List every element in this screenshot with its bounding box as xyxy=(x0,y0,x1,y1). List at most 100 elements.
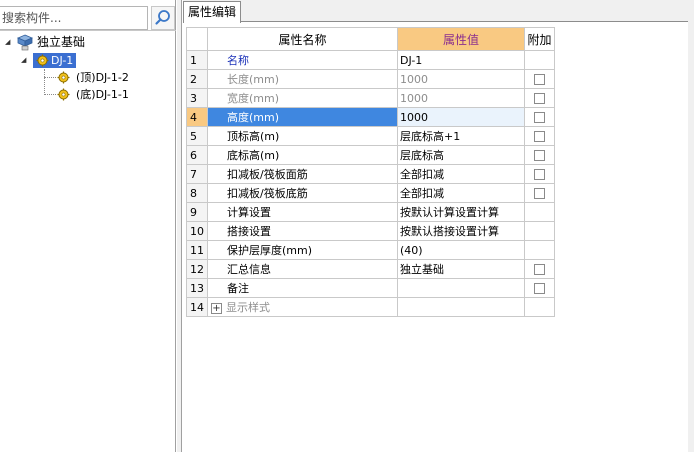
tree-node-child[interactable]: (顶)DJ-1-2 xyxy=(0,69,176,86)
table-row[interactable]: 6 底标高(m) 层底标高 xyxy=(186,145,555,165)
extra-cell[interactable] xyxy=(524,88,555,108)
property-grid: 属性名称 属性值 附加 1 名称 DJ-1 2 长度(mm) 1000 3 宽度(mm) 100… xyxy=(186,27,555,317)
expand-plus-icon[interactable]: + xyxy=(211,302,222,314)
row-number[interactable]: 1 xyxy=(186,50,208,70)
property-value-cell[interactable]: 层底标高 xyxy=(397,145,525,165)
table-row[interactable]: 10 搭接设置 按默认搭接设置计算 xyxy=(186,221,555,241)
tree-node-child[interactable]: (底)DJ-1-1 xyxy=(0,86,176,103)
collapse-arrow-icon[interactable]: ◢ xyxy=(21,52,29,69)
table-row[interactable]: 13 备注 xyxy=(186,278,555,298)
property-name-cell[interactable]: 保护层厚度(mm) xyxy=(207,240,398,260)
property-name-cell[interactable]: 长度(mm) xyxy=(207,69,398,89)
tab-strip: 属性编辑 xyxy=(183,0,694,23)
table-row[interactable]: 2 长度(mm) 1000 xyxy=(186,69,555,89)
table-row[interactable]: 14 + 显示样式 xyxy=(186,297,555,317)
extra-checkbox[interactable] xyxy=(534,74,545,85)
property-value-cell[interactable]: 独立基础 xyxy=(397,259,525,279)
extra-checkbox[interactable] xyxy=(534,93,545,104)
property-value xyxy=(399,301,401,314)
property-value-cell[interactable]: DJ-1 xyxy=(397,50,525,70)
extra-checkbox[interactable] xyxy=(534,112,545,123)
row-number[interactable]: 10 xyxy=(186,221,208,241)
collapse-arrow-icon[interactable]: ◢ xyxy=(5,34,13,51)
property-name-cell[interactable]: 扣减板/筏板底筋 xyxy=(207,183,398,203)
property-value-cell[interactable]: 层底标高+1 xyxy=(397,126,525,146)
column-header-name[interactable]: 属性名称 xyxy=(207,27,398,51)
table-row[interactable]: 4 高度(mm) 1000 xyxy=(186,107,555,127)
property-name-cell[interactable]: 名称 xyxy=(207,50,398,70)
row-number[interactable]: 3 xyxy=(186,88,208,108)
row-number[interactable]: 2 xyxy=(186,69,208,89)
panel-splitter[interactable] xyxy=(177,0,182,452)
extra-checkbox[interactable] xyxy=(534,131,545,142)
extra-checkbox[interactable] xyxy=(534,150,545,161)
property-name-cell[interactable]: 搭接设置 xyxy=(207,221,398,241)
property-value-cell[interactable] xyxy=(397,278,525,298)
property-value-cell[interactable]: 按默认计算设置计算 xyxy=(397,202,525,222)
extra-checkbox[interactable] xyxy=(534,169,545,180)
property-name: 显示样式 xyxy=(226,301,270,314)
extra-cell[interactable] xyxy=(524,259,555,279)
column-header-value[interactable]: 属性值 xyxy=(397,27,525,51)
table-row[interactable]: 1 名称 DJ-1 xyxy=(186,50,555,70)
extra-cell[interactable] xyxy=(524,183,555,203)
tree-node-root[interactable]: ◢ 独立基础 xyxy=(0,34,176,51)
extra-cell[interactable] xyxy=(524,69,555,89)
property-value: 独立基础 xyxy=(400,263,444,276)
tree-child-label: (顶)DJ-1-2 xyxy=(76,71,129,84)
column-header-extra[interactable]: 附加 xyxy=(524,27,555,51)
property-value-cell[interactable]: 全部扣减 xyxy=(397,164,525,184)
tab-property-edit[interactable]: 属性编辑 xyxy=(183,1,242,23)
property-value-cell[interactable] xyxy=(397,297,525,317)
row-number[interactable]: 4 xyxy=(186,107,208,127)
property-name-cell[interactable]: + 显示样式 xyxy=(207,297,398,317)
scrollbar[interactable] xyxy=(688,0,694,452)
table-row[interactable]: 3 宽度(mm) 1000 xyxy=(186,88,555,108)
extra-checkbox[interactable] xyxy=(534,264,545,275)
extra-cell[interactable] xyxy=(524,107,555,127)
property-value-cell[interactable]: 1000 xyxy=(397,107,525,127)
property-value: DJ-1 xyxy=(400,53,423,67)
extra-cell[interactable] xyxy=(524,278,555,298)
property-value: 1000 xyxy=(400,91,428,105)
row-number[interactable]: 7 xyxy=(186,164,208,184)
property-value-cell[interactable]: 1000 xyxy=(397,69,525,89)
property-name-cell[interactable]: 计算设置 xyxy=(207,202,398,222)
row-number[interactable]: 13 xyxy=(186,278,208,298)
row-number[interactable]: 6 xyxy=(186,145,208,165)
property-name-cell[interactable]: 顶标高(m) xyxy=(207,126,398,146)
row-number[interactable]: 11 xyxy=(186,240,208,260)
table-row[interactable]: 9 计算设置 按默认计算设置计算 xyxy=(186,202,555,222)
search-bar xyxy=(0,5,176,31)
tree-node-dj-1[interactable]: ◢ DJ-1 xyxy=(0,52,176,69)
row-number[interactable]: 5 xyxy=(186,126,208,146)
property-name-cell[interactable]: 高度(mm) xyxy=(207,107,398,127)
property-name-cell[interactable]: 底标高(m) xyxy=(207,145,398,165)
search-button[interactable] xyxy=(151,6,175,30)
table-row[interactable]: 7 扣减板/筏板面筋 全部扣减 xyxy=(186,164,555,184)
property-name-cell[interactable]: 备注 xyxy=(207,278,398,298)
row-number[interactable]: 9 xyxy=(186,202,208,222)
property-value-cell[interactable]: 1000 xyxy=(397,88,525,108)
row-number[interactable]: 14 xyxy=(186,297,208,317)
extra-checkbox[interactable] xyxy=(534,188,545,199)
property-value-cell[interactable]: (40) xyxy=(397,240,525,260)
table-row[interactable]: 5 顶标高(m) 层底标高+1 xyxy=(186,126,555,146)
property-value-cell[interactable]: 按默认搭接设置计算 xyxy=(397,221,525,241)
search-input[interactable] xyxy=(0,6,148,30)
row-number[interactable]: 12 xyxy=(186,259,208,279)
extra-cell[interactable] xyxy=(524,145,555,165)
row-number[interactable]: 8 xyxy=(186,183,208,203)
extra-checkbox[interactable] xyxy=(534,283,545,294)
extra-cell[interactable] xyxy=(524,126,555,146)
table-row[interactable]: 12 汇总信息 独立基础 xyxy=(186,259,555,279)
extra-cell[interactable] xyxy=(524,164,555,184)
property-name-cell[interactable]: 宽度(mm) xyxy=(207,88,398,108)
property-name-cell[interactable]: 汇总信息 xyxy=(207,259,398,279)
tree-selected-item[interactable]: DJ-1 xyxy=(33,53,77,68)
table-row[interactable]: 11 保护层厚度(mm) (40) xyxy=(186,240,555,260)
property-name-cell[interactable]: 扣减板/筏板面筋 xyxy=(207,164,398,184)
table-row[interactable]: 8 扣减板/筏板底筋 全部扣减 xyxy=(186,183,555,203)
property-value-cell[interactable]: 全部扣减 xyxy=(397,183,525,203)
grid-corner-cell[interactable] xyxy=(186,27,208,51)
